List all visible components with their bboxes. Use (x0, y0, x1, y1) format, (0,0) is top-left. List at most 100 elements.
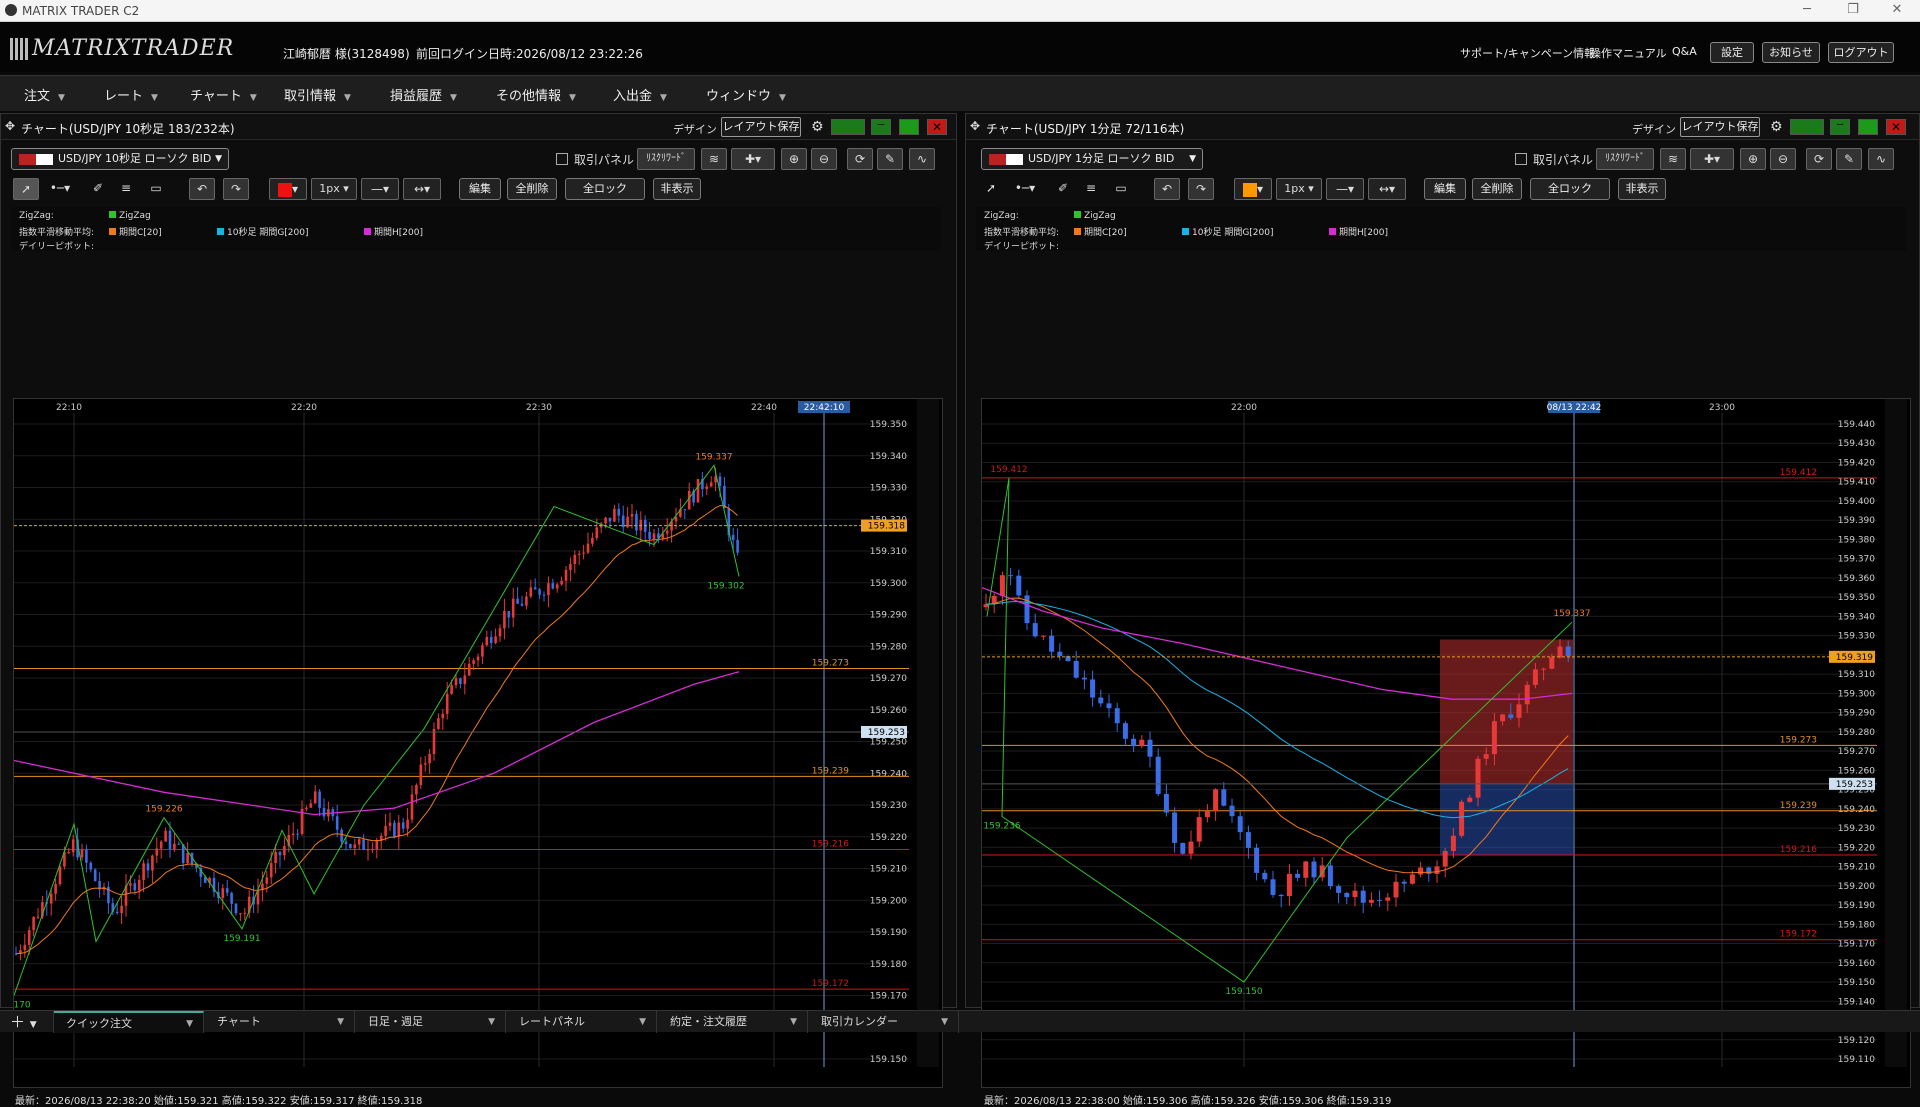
symbol-select[interactable]: USD/JPY 1分足 ローソク BID ▼ (981, 148, 1203, 170)
tab-chart[interactable]: チャート ▼ (205, 1011, 355, 1033)
risk-reward-button[interactable]: ﾘｽｸﾘﾜｰﾄﾞ (1596, 148, 1654, 170)
color-picker[interactable]: ▾ (1234, 178, 1272, 200)
trade-panel-checkbox[interactable] (556, 153, 568, 165)
manual-link[interactable]: 操作マニュアル (1590, 45, 1667, 61)
panel-maximize-icon[interactable] (1858, 119, 1878, 135)
logout-button[interactable]: ログアウト (1828, 42, 1894, 63)
line-style-select[interactable]: —▾ (1326, 178, 1364, 200)
delete-all-button[interactable]: 全削除 (507, 178, 557, 200)
tab-quick-order[interactable]: クイック注文 ▼ (54, 1011, 204, 1033)
emag-text: 10秒足 期間G[200] (1192, 228, 1274, 238)
gear-icon[interactable]: ⚙ (1770, 119, 1783, 135)
menu-order[interactable]: 注文 ▼ (24, 85, 65, 104)
ruler-icon[interactable]: ✐ (85, 178, 111, 200)
line-width-select[interactable]: 1px ▾ (1276, 178, 1322, 200)
panel-color-icon[interactable] (1790, 119, 1824, 135)
lock-all-button[interactable]: 全ロック (1530, 178, 1610, 200)
price-chart[interactable]: 159.350159.340159.330159.320159.310159.3… (13, 398, 943, 1088)
pivot-label: デイリーピボット: (984, 242, 1060, 252)
line-tool-icon[interactable]: •─▾ (1008, 178, 1042, 200)
redo-icon[interactable]: ↷ (1188, 178, 1214, 200)
candle-body (1229, 805, 1235, 817)
add-tab-button[interactable]: ＋ ▼ (0, 1011, 54, 1033)
indicator-icon[interactable]: ∿ (909, 148, 935, 170)
pointer-icon[interactable]: ➚ (13, 178, 39, 200)
hide-button[interactable]: 非表示 (653, 178, 701, 200)
move-icon[interactable]: ✥ (970, 119, 980, 133)
tab-rate-panel[interactable]: レートパネル ▼ (507, 1011, 657, 1033)
line-tool-icon[interactable]: •─▾ (43, 178, 77, 200)
pointer-icon[interactable]: ➚ (978, 178, 1004, 200)
tab-trade-calendar[interactable]: 取引カレンダー ▼ (809, 1011, 959, 1033)
crosshair-icon[interactable]: ✚▾ (1690, 148, 1734, 170)
notices-button[interactable]: お知らせ (1762, 42, 1820, 63)
layout-save-button[interactable]: レイアウト保存 (1680, 117, 1760, 137)
settings-button[interactable]: 設定 (1710, 42, 1754, 63)
panel-maximize-icon[interactable] (899, 119, 919, 135)
zoom-out-icon[interactable]: ⊖ (1770, 148, 1796, 170)
edit-button[interactable]: 編集 (1424, 178, 1466, 200)
trade-panel-checkbox[interactable] (1515, 153, 1527, 165)
refresh-icon[interactable]: ⟳ (1806, 148, 1832, 170)
color-picker[interactable]: ▾ (269, 178, 307, 200)
lock-all-button[interactable]: 全ロック (565, 178, 645, 200)
edit-button[interactable]: 編集 (459, 178, 501, 200)
ruler-icon[interactable]: ✐ (1050, 178, 1076, 200)
hide-button[interactable]: 非表示 (1618, 178, 1666, 200)
design-label[interactable]: デザイン (673, 121, 717, 137)
menu-rate[interactable]: レート ▼ (104, 85, 158, 104)
design-label[interactable]: デザイン (1632, 121, 1676, 137)
indicator-icon[interactable]: ∿ (1868, 148, 1894, 170)
delete-all-button[interactable]: 全削除 (1472, 178, 1522, 200)
pen-icon[interactable]: ✎ (877, 148, 903, 170)
maximize-button[interactable]: ❐ (1830, 0, 1876, 22)
risk-reward-button[interactable]: ﾘｽｸﾘﾜｰﾄﾞ (637, 148, 695, 170)
panel-close-icon[interactable]: ✕ (927, 119, 947, 135)
undo-icon[interactable]: ↶ (1154, 178, 1180, 200)
zoom-out-icon[interactable]: ⊖ (811, 148, 837, 170)
zoom-in-icon[interactable]: ⊕ (781, 148, 807, 170)
panel-color-icon[interactable] (831, 119, 865, 135)
crosshair-icon[interactable]: ✚▾ (731, 148, 775, 170)
tab-execution-history[interactable]: 約定・注文履歴 ▼ (658, 1011, 808, 1033)
line-style-select[interactable]: —▾ (361, 178, 399, 200)
panel-minimize-icon[interactable]: ─ (1830, 119, 1850, 135)
line-width-select[interactable]: 1px ▾ (311, 178, 357, 200)
fib-icon[interactable]: ≡ (1078, 178, 1104, 200)
arrow-style-select[interactable]: ↔▾ (403, 178, 441, 200)
compare-icon[interactable]: ≋ (1660, 148, 1686, 170)
menu-other-info[interactable]: その他情報 ▼ (496, 85, 576, 104)
close-window-button[interactable]: ✕ (1874, 0, 1920, 22)
minimize-button[interactable]: ─ (1784, 0, 1830, 22)
eraser-icon[interactable]: ▭ (143, 178, 169, 200)
tab-daily-weekly[interactable]: 日足・週足 ▼ (356, 1011, 506, 1033)
menu-chart[interactable]: チャート ▼ (190, 85, 257, 104)
menu-pl-history[interactable]: 損益履歴 ▼ (390, 85, 457, 104)
eraser-icon[interactable]: ▭ (1108, 178, 1134, 200)
refresh-icon[interactable]: ⟳ (847, 148, 873, 170)
y-tick-label: 159.270 (870, 674, 907, 684)
support-link[interactable]: サポート/キャンペーン情報 (1460, 45, 1595, 61)
panel-close-icon[interactable]: ✕ (1886, 119, 1906, 135)
y-tick-label: 159.280 (1838, 728, 1875, 738)
undo-icon[interactable]: ↶ (189, 178, 215, 200)
redo-icon[interactable]: ↷ (223, 178, 249, 200)
arrow-style-select[interactable]: ↔▾ (1368, 178, 1406, 200)
symbol-select[interactable]: USD/JPY 10秒足 ローソク BID ▼ (11, 148, 229, 170)
compare-icon[interactable]: ≋ (701, 148, 727, 170)
fib-icon[interactable]: ≡ (113, 178, 139, 200)
gear-icon[interactable]: ⚙ (811, 119, 824, 135)
panel-minimize-icon[interactable]: ─ (871, 119, 891, 135)
price-chart[interactable]: 159.440 159.430 159.420 159.410 159.400 159.3… (981, 398, 1911, 1088)
menu-window[interactable]: ウィンドウ ▼ (706, 85, 786, 104)
chart-canvas[interactable]: 159.440 159.430 159.420 159.410 159.400 159.3… (981, 399, 1912, 1089)
zoom-in-icon[interactable]: ⊕ (1740, 148, 1766, 170)
layout-save-button[interactable]: レイアウト保存 (721, 117, 801, 137)
chart-canvas[interactable]: 159.350159.340159.330159.320159.310159.3… (13, 399, 944, 1089)
qa-link[interactable]: Q&A (1672, 45, 1697, 58)
candle-body (225, 888, 229, 893)
pen-icon[interactable]: ✎ (1836, 148, 1862, 170)
menu-trade-info[interactable]: 取引情報 ▼ (284, 85, 351, 104)
menu-deposit[interactable]: 入出金 ▼ (613, 85, 667, 104)
move-icon[interactable]: ✥ (5, 119, 15, 133)
